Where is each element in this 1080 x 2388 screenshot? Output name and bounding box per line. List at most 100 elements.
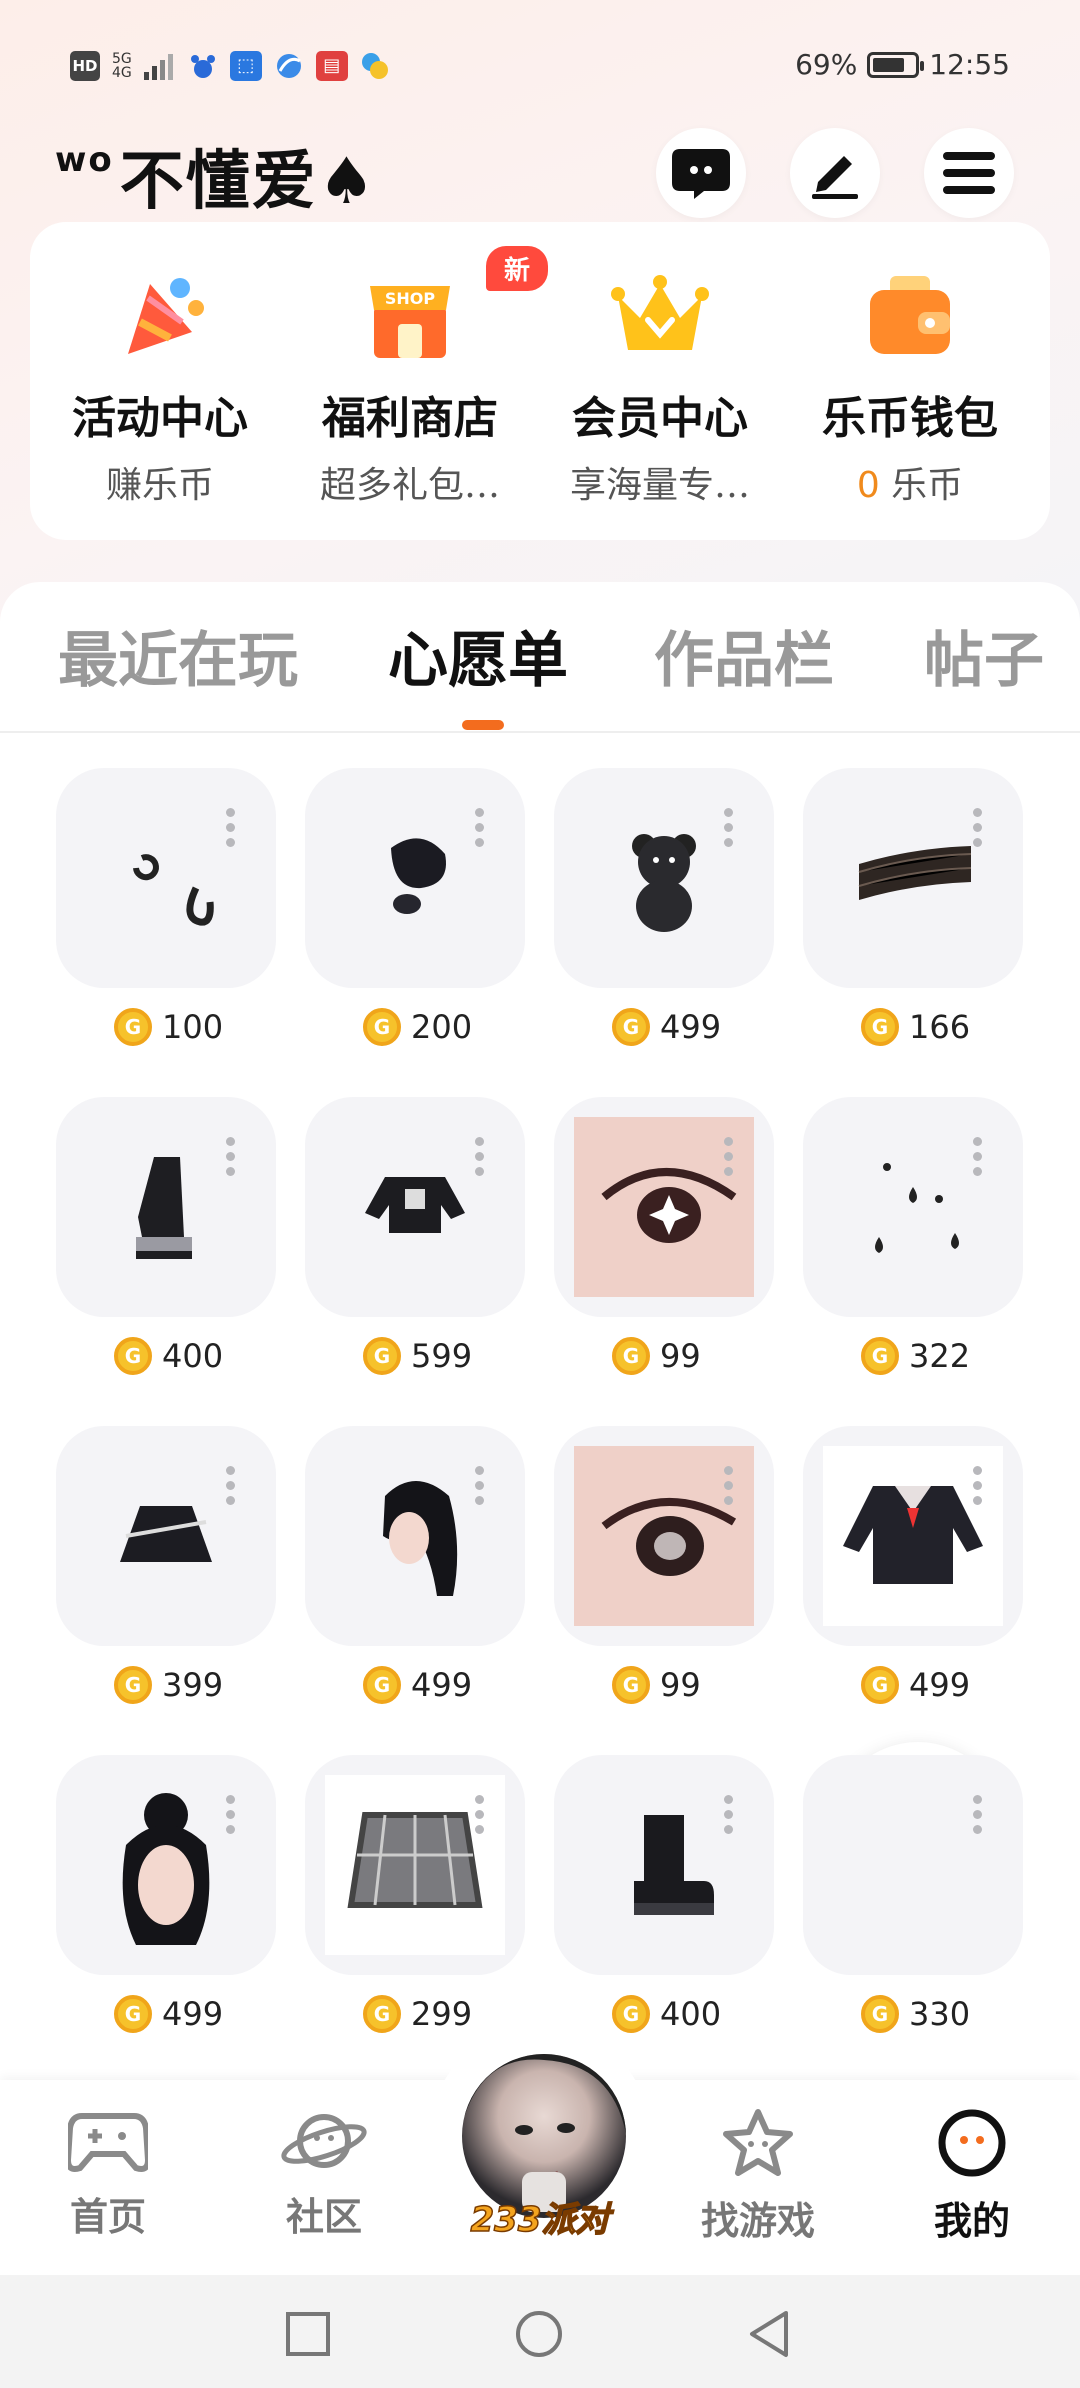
message-button[interactable] <box>656 128 746 218</box>
system-navigation-bar <box>0 2275 1080 2388</box>
more-options-icon[interactable] <box>973 1137 983 1182</box>
price-value: 499 <box>909 1666 971 1704</box>
more-options-icon[interactable] <box>973 808 983 853</box>
wallet-button[interactable]: 乐币钱包 0 乐币 <box>785 222 1035 540</box>
coin-icon: G <box>861 1666 899 1704</box>
tab-works[interactable]: 作品栏 <box>654 612 834 699</box>
coin-icon: G <box>612 1008 650 1046</box>
app-icon <box>361 53 388 79</box>
nav-mine[interactable]: 我的 <box>892 2108 1052 2245</box>
coin-icon: G <box>363 1008 401 1046</box>
more-options-icon[interactable] <box>475 808 485 853</box>
price-value: 400 <box>660 1995 722 2033</box>
app-icon: ⬚ <box>229 51 262 81</box>
tabs-divider <box>0 731 1080 733</box>
item-price: G 499 <box>612 1008 721 1046</box>
coin-icon: G <box>612 1337 650 1375</box>
gamepad-icon <box>64 2113 152 2172</box>
member-center-subtitle: 享海量专… <box>569 465 750 506</box>
nav-mine-label: 我的 <box>933 2198 1010 2243</box>
edit-pen-icon <box>812 156 858 199</box>
item-price: G 99 <box>612 1666 701 1704</box>
wishlist-item-card[interactable] <box>305 1426 525 1646</box>
wishlist-item-card[interactable] <box>803 1755 1023 1975</box>
username-text: 不懂爱♠ <box>119 144 378 219</box>
status-left-icons: HD 5G 4G ⬚ ▤ <box>70 46 390 86</box>
price-value: 599 <box>411 1337 473 1375</box>
more-options-icon[interactable] <box>724 808 734 853</box>
nav-community[interactable]: 社区 <box>244 2108 404 2241</box>
profile-tabs: 最近在玩 心愿单 作品栏 帖子 <box>0 612 1080 722</box>
wishlist-item-card[interactable] <box>554 1426 774 1646</box>
wishlist-item-card[interactable] <box>305 1097 525 1317</box>
wishlist-item-card[interactable] <box>803 1097 1023 1317</box>
wishlist-item-card[interactable] <box>305 768 525 988</box>
nav-community-label: 社区 <box>285 2194 362 2239</box>
item-thumbnail <box>594 1795 734 1939</box>
menu-button[interactable] <box>924 128 1014 218</box>
signal-icon <box>143 54 173 80</box>
wishlist-item-card[interactable] <box>803 1426 1023 1646</box>
shop-icon: SHOP <box>370 286 450 358</box>
nav-find-games[interactable]: 找游戏 <box>678 2108 838 2245</box>
baidu-icon <box>190 55 215 78</box>
recents-icon[interactable] <box>285 2311 331 2357</box>
more-options-icon[interactable] <box>226 1466 236 1511</box>
status-right: 69% 12:55 <box>795 48 1010 81</box>
item-thumbnail <box>96 1137 236 1281</box>
activity-center-subtitle: 赚乐币 <box>105 465 214 506</box>
more-options-icon[interactable] <box>973 1466 983 1511</box>
activity-center-button[interactable]: 活动中心 赚乐币 <box>35 222 285 540</box>
more-options-icon[interactable] <box>973 1795 983 1840</box>
member-center-button[interactable]: 会员中心 享海量专… <box>535 222 785 540</box>
wallet-unit: 乐币 <box>891 465 964 506</box>
nav-home[interactable]: 首页 <box>28 2108 188 2241</box>
coin-icon: G <box>114 1008 152 1046</box>
status-bar: HD 5G 4G ⬚ ▤ 69% 12:55 <box>0 0 1080 130</box>
item-price: G 299 <box>363 1995 472 2033</box>
tab-recently-played[interactable]: 最近在玩 <box>58 612 298 699</box>
tab-posts[interactable]: 帖子 <box>924 612 1044 699</box>
username: wo 不懂爱♠ <box>55 130 377 222</box>
more-options-icon[interactable] <box>226 1795 236 1840</box>
more-options-icon[interactable] <box>475 1795 485 1840</box>
coin-icon: G <box>114 1995 152 2033</box>
nav-find-games-label: 找游戏 <box>700 2198 815 2243</box>
wishlist-item-card[interactable] <box>56 1755 276 1975</box>
wishlist-item-card[interactable] <box>56 1097 276 1317</box>
more-options-icon[interactable] <box>475 1137 485 1182</box>
price-value: 200 <box>411 1008 473 1046</box>
price-value: 499 <box>162 1995 224 2033</box>
more-options-icon[interactable] <box>226 1137 236 1182</box>
wishlist-item-card[interactable] <box>56 1426 276 1646</box>
wishlist-item-card[interactable] <box>554 1097 774 1317</box>
wishlist-item-card[interactable] <box>554 768 774 988</box>
more-options-icon[interactable] <box>724 1137 734 1182</box>
coin-icon: G <box>861 1995 899 2033</box>
wallet-icon <box>870 276 950 354</box>
nav-party-label[interactable]: 233派对 <box>460 2192 620 2241</box>
wishlist-item-card[interactable] <box>56 768 276 988</box>
welfare-shop-title: 福利商店 <box>322 393 498 444</box>
tab-wishlist[interactable]: 心愿单 <box>388 612 568 699</box>
item-price: G 599 <box>363 1337 472 1375</box>
app-icon: ▤ <box>315 51 348 81</box>
more-options-icon[interactable] <box>724 1795 734 1840</box>
hd-icon: HD <box>70 51 100 81</box>
coin-icon: G <box>114 1337 152 1375</box>
wishlist-item-card[interactable] <box>554 1755 774 1975</box>
wallet-balance: 0 <box>856 465 880 506</box>
home-circle-icon[interactable] <box>514 2309 564 2359</box>
more-options-icon[interactable] <box>226 808 236 853</box>
more-options-icon[interactable] <box>475 1466 485 1511</box>
username-prefix: wo <box>55 140 114 180</box>
more-options-icon[interactable] <box>724 1466 734 1511</box>
chat-bubble-icon <box>672 149 730 199</box>
back-triangle-icon[interactable] <box>746 2309 790 2359</box>
svg-text:SHOP: SHOP <box>385 289 436 308</box>
item-price: G 499 <box>861 1666 970 1704</box>
coin-icon: G <box>612 1995 650 2033</box>
wishlist-item-card[interactable] <box>803 768 1023 988</box>
wishlist-item-card[interactable] <box>305 1755 525 1975</box>
edit-button[interactable] <box>790 128 880 218</box>
